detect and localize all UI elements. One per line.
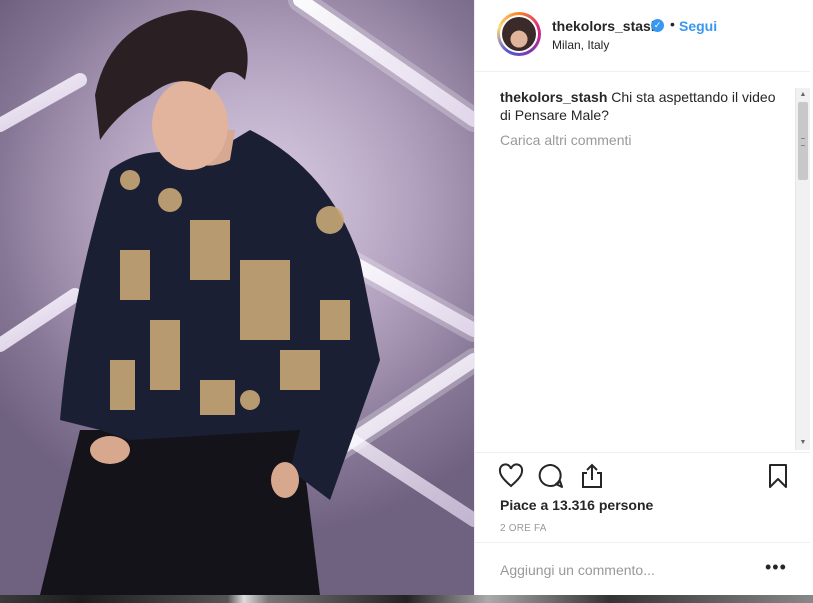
add-comment-input[interactable] <box>500 560 740 580</box>
post-photo[interactable] <box>0 0 474 595</box>
photo-illustration <box>0 0 474 595</box>
post-side-panel: thekolors_stash ✓ • Segui Milan, Italy t… <box>474 0 811 595</box>
scrollbar-thumb[interactable] <box>798 102 808 180</box>
comments-scrollbar[interactable]: ▲ ▼ <box>795 88 810 450</box>
share-icon[interactable] <box>578 462 606 490</box>
post-actions: Piace a 13.316 persone 2 ORE FA <box>475 452 811 542</box>
likes-count[interactable]: Piace a 13.316 persone <box>500 497 653 513</box>
heart-icon[interactable] <box>497 462 525 490</box>
post-header: thekolors_stash ✓ • Segui Milan, Italy <box>475 0 811 72</box>
post-timestamp[interactable]: 2 ORE FA <box>500 523 547 534</box>
bookmark-icon[interactable] <box>764 462 792 490</box>
username-link[interactable]: thekolors_stash <box>552 18 659 34</box>
scroll-up-arrow-icon[interactable]: ▲ <box>798 90 808 100</box>
separator-dot: • <box>670 16 675 32</box>
post-caption: thekolors_stash Chi sta aspettando il vi… <box>500 88 785 124</box>
background-strip <box>0 595 813 603</box>
comment-bubble-icon[interactable] <box>537 462 565 490</box>
caption-username[interactable]: thekolors_stash <box>500 89 607 105</box>
verified-badge-icon: ✓ <box>651 19 664 32</box>
load-more-comments-button[interactable]: Carica altri commenti <box>500 132 631 148</box>
comments-section: thekolors_stash Chi sta aspettando il vi… <box>475 72 811 452</box>
avatar[interactable] <box>497 12 541 56</box>
add-comment-bar: ••• <box>475 542 811 595</box>
more-options-icon[interactable]: ••• <box>765 557 787 578</box>
scroll-down-arrow-icon[interactable]: ▼ <box>798 438 808 448</box>
location-link[interactable]: Milan, Italy <box>552 38 609 52</box>
avatar-image <box>502 17 536 51</box>
follow-button[interactable]: Segui <box>679 18 717 34</box>
